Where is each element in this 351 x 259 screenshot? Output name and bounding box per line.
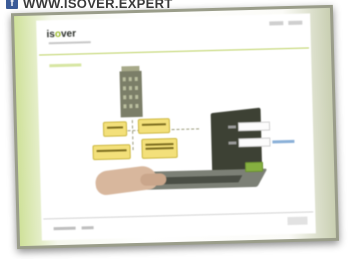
forgot-password-link[interactable] [272, 139, 295, 144]
breadcrumb[interactable] [49, 63, 82, 68]
username-field[interactable] [237, 121, 271, 132]
footer-link-contact[interactable] [81, 226, 94, 230]
isover-logo[interactable]: isover [46, 29, 92, 46]
connector-line [131, 120, 134, 151]
password-label [228, 141, 237, 145]
login-button[interactable] [244, 161, 264, 173]
footer-logo [287, 216, 308, 226]
password-field[interactable] [238, 137, 271, 148]
logo-suffix: ver [60, 28, 77, 40]
diagram-box-2 [137, 118, 171, 134]
building-icon [119, 70, 143, 118]
diagram-box-1 [102, 121, 128, 137]
screen-background: isover [14, 7, 336, 247]
hero-illustration [36, 13, 310, 197]
header-divider [39, 47, 309, 56]
language-link[interactable] [269, 21, 284, 26]
footer-link-legal[interactable] [53, 226, 76, 231]
username-label [227, 125, 237, 129]
facebook-icon[interactable]: f [6, 0, 18, 9]
footer-divider [43, 211, 314, 220]
hand [140, 173, 167, 186]
help-link[interactable] [288, 20, 303, 25]
logo-tagline [48, 41, 91, 45]
header-links [269, 20, 303, 26]
screenshot-frame: isover [10, 4, 340, 250]
login-page: isover [36, 13, 316, 241]
diagram-box-3 [92, 144, 131, 161]
caption: f WWW.ISOVER.EXPERT [6, 0, 173, 11]
diagram-box-4 [141, 137, 178, 159]
